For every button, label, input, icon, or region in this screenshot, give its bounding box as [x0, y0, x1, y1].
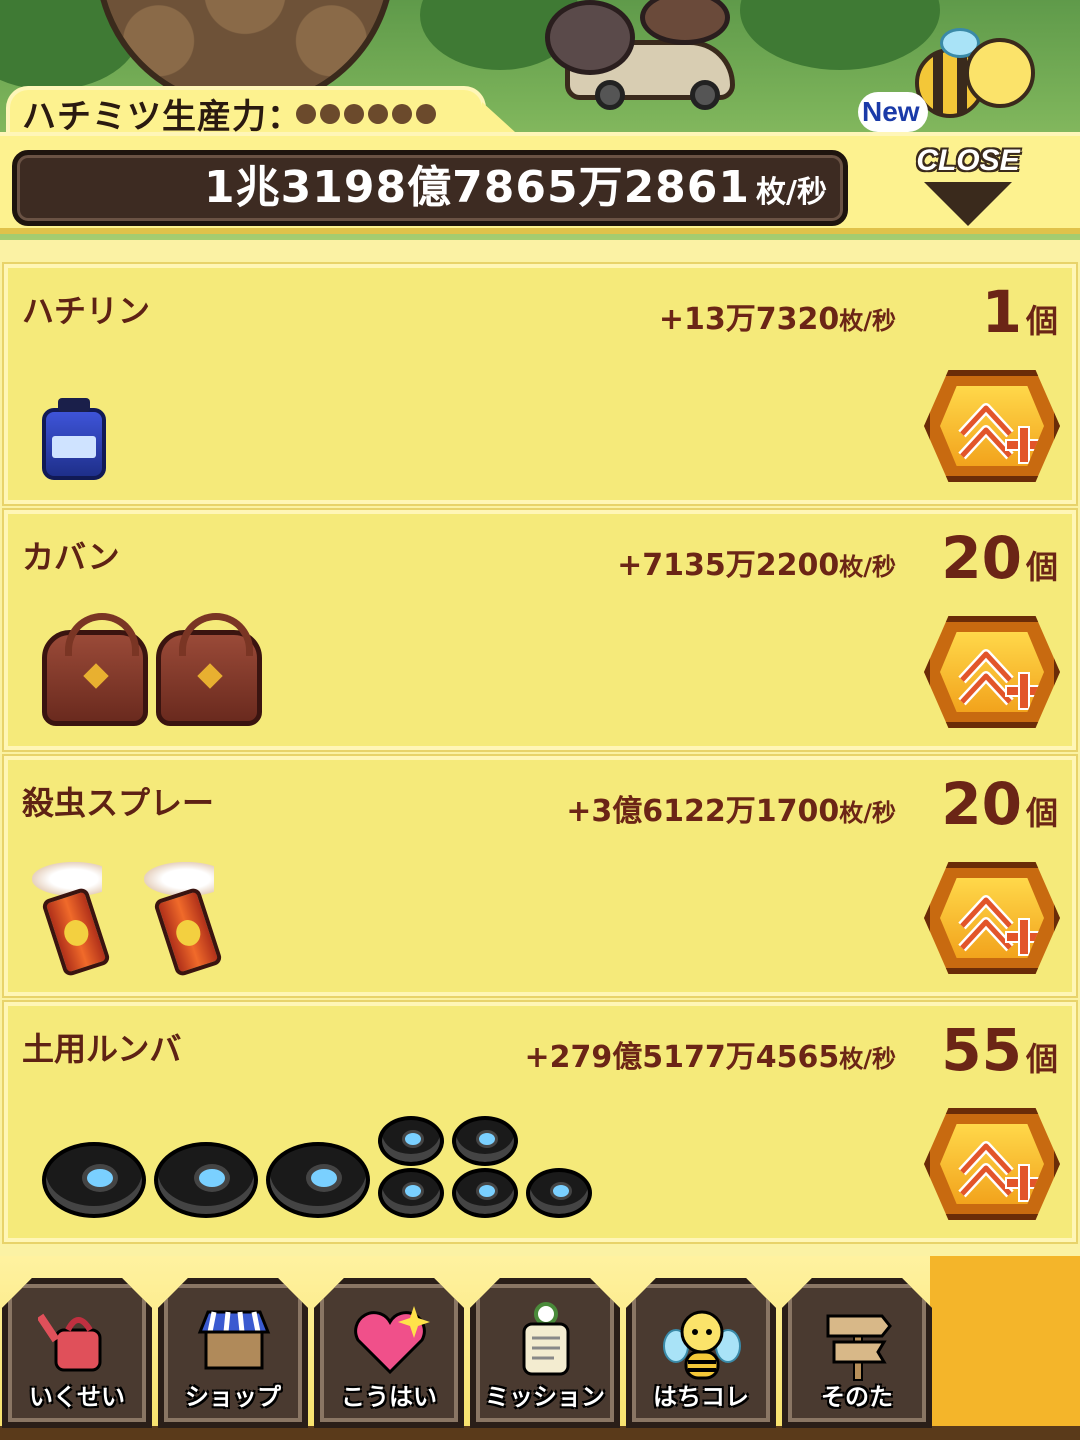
upgrade-button[interactable]: [924, 370, 1060, 482]
production-label: ハチミツ生産力：: [22, 97, 302, 137]
bee-icon: [663, 1310, 741, 1380]
total-production-unit: 枚/秒: [756, 175, 827, 210]
item-rate: +13万7320枚/秒: [658, 302, 896, 337]
nav-button-sonota[interactable]: そのた: [782, 1278, 932, 1428]
level-dot: [296, 104, 316, 124]
upgrade-plus-icon: [958, 895, 1043, 956]
level-dot: [416, 104, 436, 124]
robot-vacuum-icon: [378, 1116, 444, 1166]
upgrade-button[interactable]: [924, 1108, 1060, 1220]
list-item-hachirin: ハチリン +13万7320枚/秒 1個: [4, 264, 1076, 504]
total-production-display: 1兆3198億7865万2861 枚/秒: [12, 150, 848, 226]
spray-can-icon: [32, 862, 112, 978]
item-rate: +279億5177万4565枚/秒: [524, 1040, 896, 1075]
nav-button-hachikore[interactable]: はちコレ: [626, 1278, 776, 1428]
level-dot: [344, 104, 364, 124]
item-count: 20 個: [941, 770, 1058, 838]
mole-car-character: [545, 0, 735, 112]
nav-label: そのた: [821, 1383, 893, 1411]
heart-icon: [354, 1306, 430, 1375]
item-rate: +7135万2200枚/秒: [617, 548, 896, 583]
shop-stall-icon: [197, 1310, 271, 1370]
robot-vacuum-icon: [452, 1116, 518, 1166]
upgrade-plus-icon: [958, 1141, 1043, 1202]
robot-vacuum-icon: [526, 1168, 592, 1218]
upgrade-plus-icon: [958, 403, 1043, 464]
robot-vacuum-icon: [378, 1168, 444, 1218]
signpost-icon: [826, 1314, 892, 1381]
item-count: 1個: [981, 278, 1058, 346]
item-icons: [32, 862, 258, 978]
robot-vacuum-icon: [452, 1168, 518, 1218]
list-item-insect-spray: 殺虫スプレー +3億6122万1700枚/秒 20 個: [4, 756, 1076, 996]
bag-icon: [42, 613, 148, 726]
item-icons: [42, 613, 262, 726]
nav-button-ikusei[interactable]: いくせい: [2, 1278, 152, 1428]
robot-vacuum-icon: [42, 1142, 146, 1218]
new-badge: New: [858, 92, 928, 132]
item-list[interactable]: ハチリン +13万7320枚/秒 1個 カバン +7135万2200枚/秒 20…: [0, 240, 1080, 1256]
level-dot: [392, 104, 412, 124]
nav-button-mission[interactable]: ミッション: [470, 1278, 620, 1428]
upgrade-button[interactable]: [924, 862, 1060, 974]
nav-label: いくせい: [29, 1383, 125, 1411]
honey-bottle-icon: [42, 398, 106, 480]
close-button[interactable]: CLOSE: [912, 142, 1024, 232]
nav-floor: [0, 1426, 1080, 1440]
item-name: ハチリン: [22, 292, 151, 330]
item-count: 55 個: [941, 1016, 1058, 1084]
list-item-bag: カバン +7135万2200枚/秒 20 個: [4, 510, 1076, 750]
mission-scroll-icon: [522, 1302, 570, 1376]
item-rate: +3億6122万1700枚/秒: [566, 794, 896, 829]
watering-can-icon: [38, 1313, 102, 1372]
nav-button-shop[interactable]: ショップ: [158, 1278, 308, 1428]
chevron-down-icon: [924, 182, 1012, 226]
item-name: 殺虫スプレー: [22, 784, 215, 822]
list-item-robot-vacuum: 土用ルンバ +279億5177万4565枚/秒 55 個: [4, 1002, 1076, 1242]
nav-label: こうはい: [341, 1383, 437, 1411]
robot-vacuum-icon: [154, 1142, 258, 1218]
item-name: カバン: [22, 538, 120, 576]
nav-button-kouhai[interactable]: こうはい: [314, 1278, 464, 1428]
total-production-value: 1兆3198億7865万2861: [204, 162, 751, 213]
production-level-dots: [296, 104, 436, 124]
nav-label: ミッション: [485, 1383, 605, 1411]
item-name: 土用ルンバ: [22, 1030, 182, 1068]
level-dot: [320, 104, 340, 124]
item-icons: [42, 1116, 592, 1218]
item-icons: [42, 398, 106, 480]
upgrade-button[interactable]: [924, 616, 1060, 728]
upgrade-plus-icon: [958, 649, 1043, 710]
bag-icon: [156, 613, 262, 726]
close-label: CLOSE: [916, 144, 1020, 177]
level-dot: [368, 104, 388, 124]
nav-label: ショップ: [185, 1383, 281, 1411]
nav-side-panel: [930, 1256, 1080, 1426]
robot-vacuum-icon: [266, 1142, 370, 1218]
item-count: 20 個: [941, 524, 1058, 592]
nav-label: はちコレ: [653, 1383, 749, 1411]
spray-can-icon: [144, 862, 224, 978]
